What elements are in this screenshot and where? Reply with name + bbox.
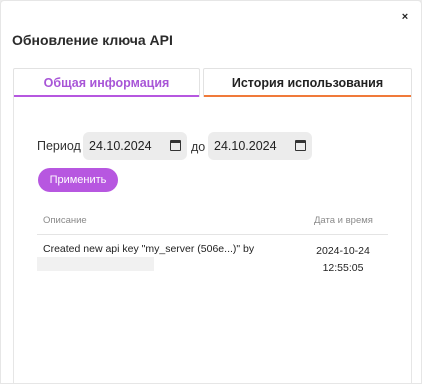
date-to-value: 24.10.2024	[214, 139, 277, 153]
period-label: Период	[37, 139, 81, 153]
api-key-dialog: × Обновление ключа API Общая информация …	[0, 0, 422, 384]
row-datetime: 2024-10-24 12:55:05	[307, 243, 379, 277]
dialog-title: Обновление ключа API	[12, 32, 173, 48]
calendar-icon[interactable]	[295, 140, 306, 151]
column-header-description: Описание	[43, 215, 87, 226]
row-description: Created new api key "my_server (506e...)…	[43, 243, 255, 255]
redacted-user	[37, 257, 154, 271]
calendar-icon[interactable]	[170, 140, 181, 151]
date-from-value: 24.10.2024	[89, 139, 152, 153]
to-label: до	[191, 140, 206, 154]
tab-general-info[interactable]: Общая информация	[13, 68, 200, 97]
column-header-datetime: Дата и время	[314, 215, 373, 226]
tab-usage-history[interactable]: История использования	[203, 68, 412, 97]
row-time: 12:55:05	[322, 262, 364, 274]
table-divider	[37, 234, 388, 235]
tab-bar: Общая информация История использования	[13, 68, 412, 97]
row-date: 2024-10-24	[316, 245, 370, 257]
close-icon[interactable]: ×	[397, 9, 413, 25]
apply-button[interactable]: Применить	[38, 168, 118, 192]
date-from-input[interactable]: 24.10.2024	[83, 132, 187, 160]
date-to-input[interactable]: 24.10.2024	[208, 132, 312, 160]
